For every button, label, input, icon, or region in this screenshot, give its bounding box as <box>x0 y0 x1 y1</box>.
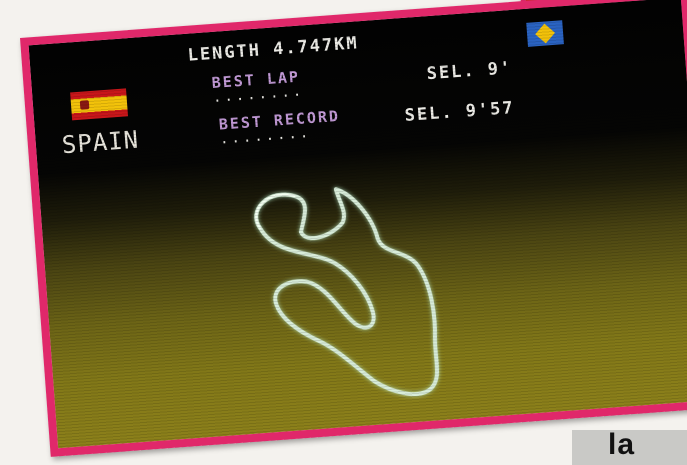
magazine-page: SPAIN LENGTH 4.747KM BEST LAP ........ S… <box>0 0 687 465</box>
circuit-highlight <box>255 193 296 230</box>
game-screen: SPAIN LENGTH 4.747KM BEST LAP ........ S… <box>20 0 687 457</box>
circuit-map <box>254 187 440 397</box>
caption-text: la <box>608 428 636 461</box>
circuit-outline <box>254 187 440 397</box>
